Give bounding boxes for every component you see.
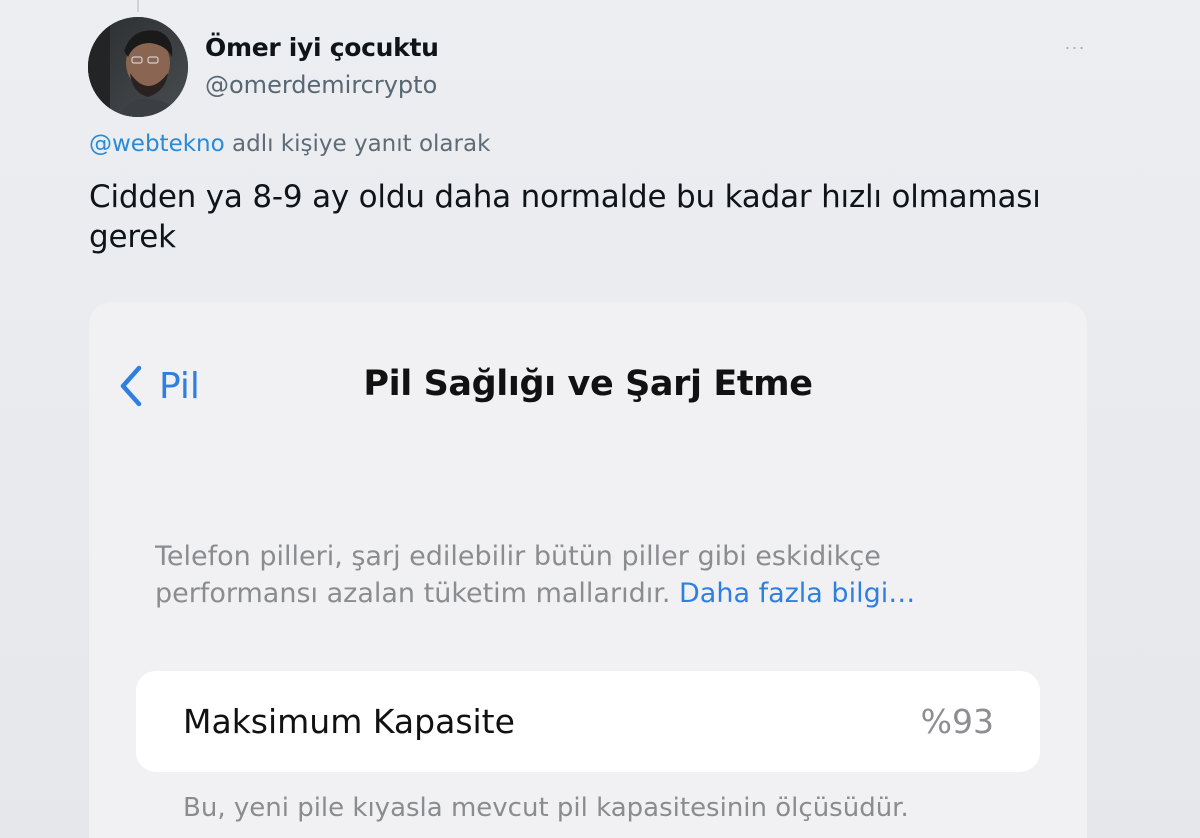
- author-handle[interactable]: @omerdemircrypto: [205, 71, 437, 99]
- reply-mention-link[interactable]: @webtekno: [89, 131, 225, 157]
- reply-context-suffix: adlı kişiye yanıt olarak: [224, 131, 491, 157]
- maximum-capacity-row: Maksimum Kapasite %93: [136, 671, 1040, 772]
- tweet-text: Cidden ya 8-9 ay oldu daha normalde bu k…: [89, 179, 1041, 255]
- capacity-value: %93: [920, 702, 994, 741]
- author-display-name[interactable]: Ömer iyi çocuktu: [205, 33, 439, 62]
- capacity-footnote: Bu, yeni pile kıyasla mevcut pil kapasit…: [183, 793, 909, 823]
- tweet-page: Ömer iyi çocuktu @omerdemircrypto ··· @w…: [0, 0, 1200, 838]
- avatar[interactable]: [88, 17, 188, 117]
- avatar-photo: [88, 17, 188, 117]
- more-info-link: Daha fazla bilgi…: [679, 578, 916, 609]
- thread-line: [137, 0, 139, 12]
- screen-title: Pil Sağlığı ve Şarj Etme: [363, 364, 813, 404]
- attached-screenshot[interactable]: Pil Pil Sağlığı ve Şarj Etme Telefon pil…: [89, 302, 1087, 838]
- more-dots-icon[interactable]: ···: [1060, 37, 1090, 57]
- battery-info-text: Telefon pilleri, şarj edilebilir bütün p…: [155, 538, 995, 612]
- capacity-label: Maksimum Kapasite: [183, 702, 515, 741]
- reply-context: @webtekno adlı kişiye yanıt olarak: [89, 131, 490, 157]
